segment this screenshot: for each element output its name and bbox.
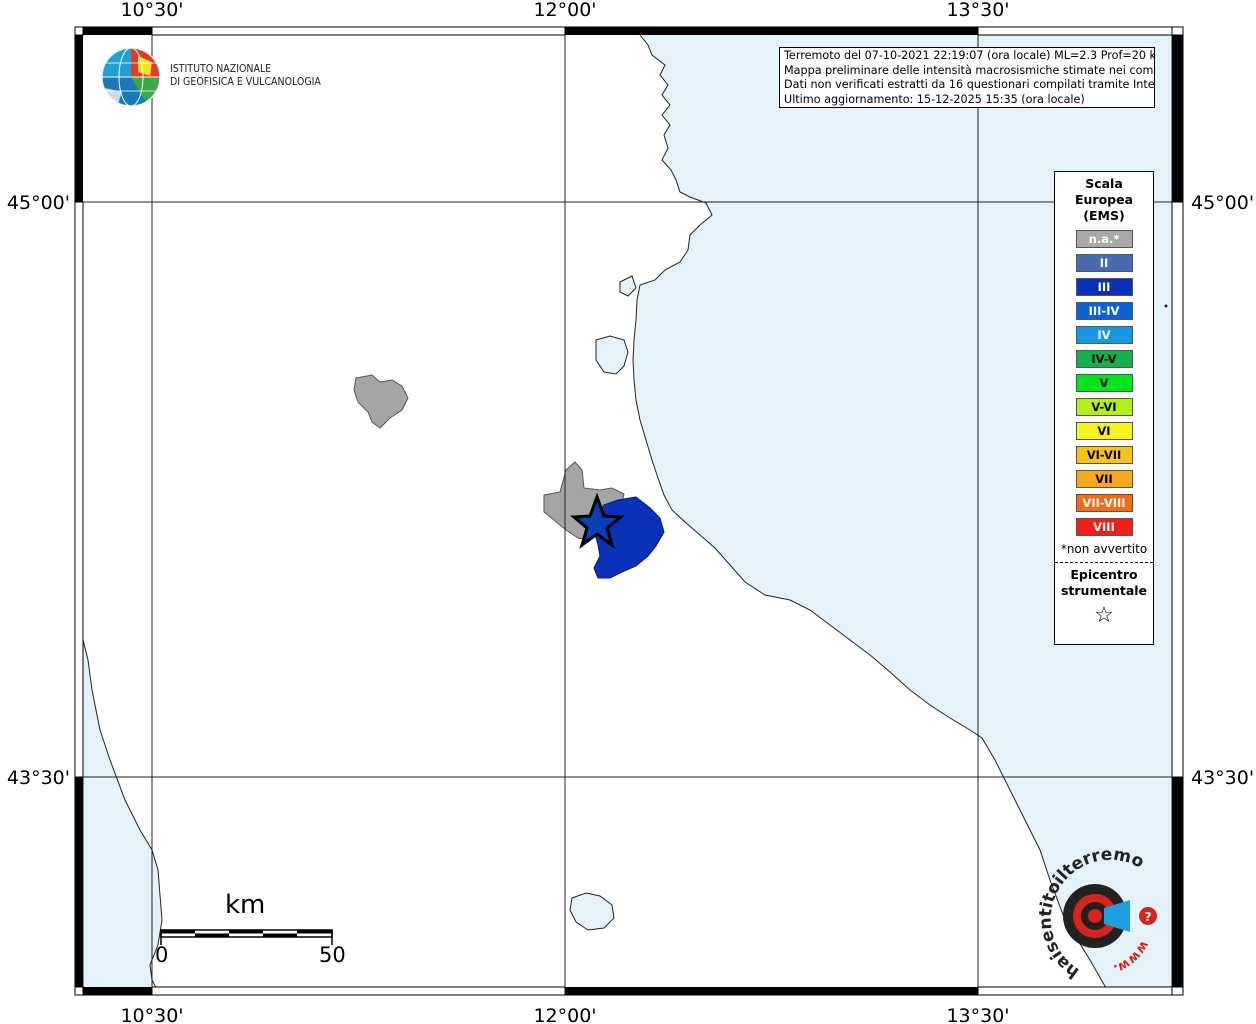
lat-label-left-2: 43°30': [7, 767, 70, 789]
info-line-1: Terremoto del 07-10-2021 22:19:07 (ora l…: [784, 49, 1155, 62]
ingv-globe-icon: [101, 47, 161, 107]
legend-item: IV-V: [1075, 350, 1133, 368]
lon-label-top-2: 12°00': [533, 0, 596, 21]
lat-label-right-1: 45°00': [1191, 192, 1254, 214]
legend-epicenter-label: Epicentro strumentale: [1055, 567, 1153, 599]
legend-item: II: [1075, 254, 1133, 272]
lon-label-top-1: 10°30': [120, 0, 183, 21]
ingv-line-1: ISTITUTO NAZIONALE: [170, 63, 272, 75]
legend-epicenter-line-2: strumentale: [1060, 583, 1148, 598]
legend-title-line-3: (EMS): [1083, 208, 1125, 223]
ems-legend: Scala Europea (EMS) n.a.* II III III-IV IV IV…: [1054, 171, 1154, 645]
legend-item: IV: [1075, 326, 1133, 344]
scale-start: 0: [155, 943, 169, 967]
scale-bar: km 0 50: [155, 890, 355, 970]
legend-items: n.a.* II III III-IV IV IV-V V V-VI VI VI-VII VII VI…: [1055, 230, 1153, 536]
ingv-institute-name: ISTITUTO NAZIONALE DI GEOFISICA E VULCAN…: [170, 63, 321, 89]
info-line-4: Ultimo aggiornamento: 15-12-2025 15:35 (…: [784, 92, 1085, 106]
scale-end: 50: [319, 943, 346, 967]
legend-item: n.a.*: [1075, 230, 1133, 248]
legend-item: VIII: [1075, 518, 1133, 536]
event-info-box: Terremoto del 07-10-2021 22:19:07 (ora l…: [779, 47, 1155, 108]
legend-item: VII: [1075, 470, 1133, 488]
legend-star-icon: ☆: [1094, 603, 1114, 628]
lat-label-left-1: 45°00': [7, 192, 70, 214]
scale-unit: km: [225, 890, 266, 920]
legend-item: V-VI: [1075, 398, 1133, 416]
legend-item: VI: [1075, 422, 1133, 440]
lon-label-bottom-1: 10°30': [120, 1005, 183, 1024]
lon-label-bottom-2: 12°00': [533, 1005, 596, 1024]
legend-separator: [1055, 562, 1153, 563]
legend-item: VI-VII: [1075, 446, 1133, 464]
lon-label-top-3: 13°30': [946, 0, 1009, 21]
legend-title-line-1: Scala: [1085, 176, 1123, 191]
legend-item: III: [1075, 278, 1133, 296]
svg-text:?: ?: [1145, 910, 1152, 924]
legend-item: VII-VIII: [1075, 494, 1133, 512]
legend-item: III-IV: [1075, 302, 1133, 320]
lat-label-right-2: 43°30': [1191, 767, 1254, 789]
legend-title: Scala Europea (EMS): [1055, 176, 1153, 224]
info-line-2: Mappa preliminare delle intensità macros…: [784, 63, 1155, 77]
small-island: [1164, 304, 1168, 308]
info-line-3: Dati non verificati estratti da 16 quest…: [784, 78, 1155, 92]
lon-label-bottom-3: 13°30': [946, 1005, 1009, 1024]
legend-epicenter-line-1: Epicentro: [1070, 567, 1138, 582]
legend-title-line-2: Europea: [1074, 192, 1134, 207]
legend-note: *non avvertito: [1060, 542, 1148, 556]
legend-item: V: [1075, 374, 1133, 392]
ingv-line-2: DI GEOFISICA E VULCANOLOGIA: [170, 76, 321, 88]
